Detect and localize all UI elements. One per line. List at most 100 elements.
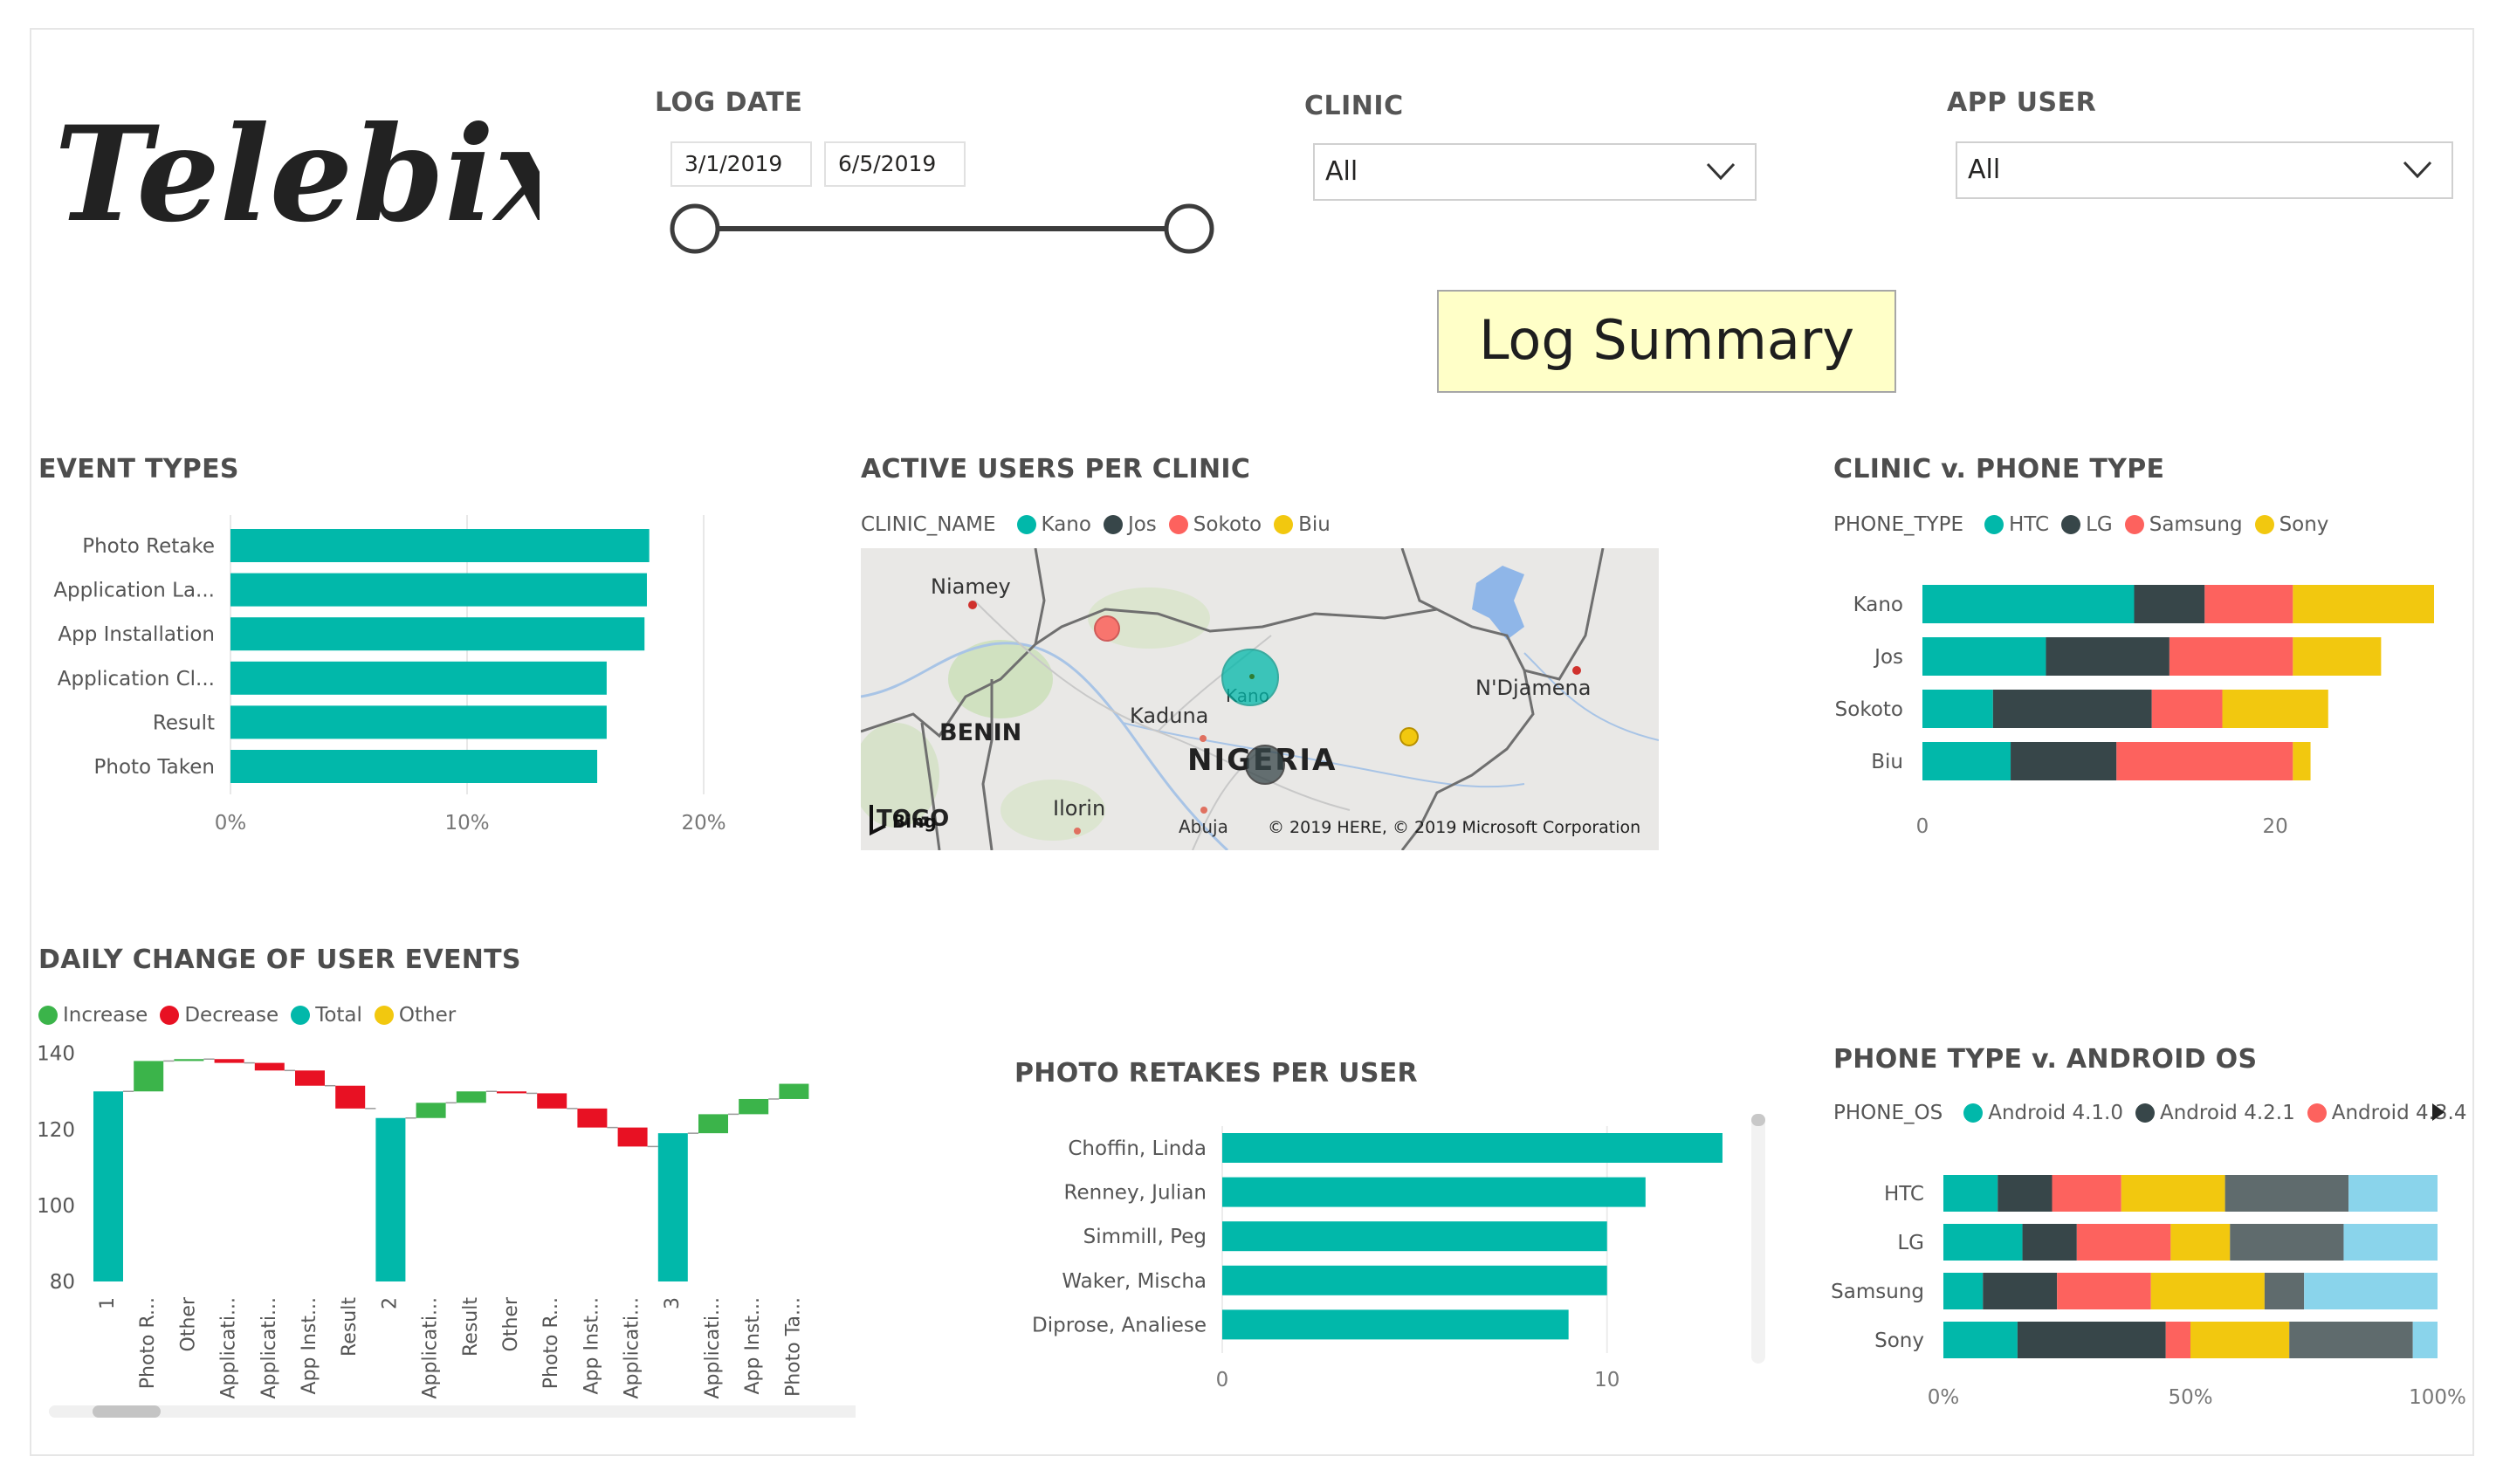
stacked-bar-segment[interactable] — [2116, 742, 2293, 780]
event-type-bar[interactable] — [230, 573, 647, 607]
scrollbar-track[interactable] — [49, 1405, 856, 1418]
legend-item-other[interactable]: Other — [399, 1004, 456, 1027]
stacked-bar-segment[interactable] — [2225, 1175, 2349, 1212]
stacked-bar-segment[interactable] — [2151, 690, 2223, 728]
stacked-bar-segment[interactable] — [2343, 1224, 2438, 1261]
stacked-bar-segment[interactable] — [2293, 585, 2434, 623]
stacked-bar-segment[interactable] — [2412, 1322, 2438, 1358]
waterfall-bar[interactable] — [739, 1098, 769, 1115]
legend-item-android-421[interactable]: Android 4.2.1 — [2160, 1102, 2295, 1124]
event-type-bar[interactable] — [230, 529, 650, 562]
stacked-bar-segment[interactable] — [2204, 585, 2293, 623]
waterfall-bar[interactable] — [174, 1059, 204, 1061]
app-user-dropdown[interactable]: All — [1956, 141, 2453, 199]
waterfall-bar[interactable] — [577, 1108, 608, 1128]
scrollbar-thumb-bar[interactable] — [93, 1405, 161, 1418]
stacked-bar-segment[interactable] — [1922, 585, 2135, 623]
slider-start-handle[interactable] — [670, 203, 720, 254]
phone-os-chart[interactable]: 0% 50% 100% HTC LG Samsung Sony — [1825, 1152, 2471, 1414]
stacked-bar-segment[interactable] — [2057, 1273, 2151, 1309]
legend-item-jos[interactable]: Jos — [1128, 513, 1157, 536]
stacked-bar-segment[interactable] — [2022, 1224, 2077, 1261]
stacked-bar-segment[interactable] — [2017, 1322, 2166, 1358]
photo-retake-bar[interactable] — [1222, 1177, 1646, 1207]
start-date-input[interactable]: 3/1/2019 — [670, 141, 812, 187]
stacked-bar-segment[interactable] — [2289, 1322, 2413, 1358]
stacked-bar-segment[interactable] — [2121, 1175, 2225, 1212]
legend-item-decrease[interactable]: Decrease — [184, 1004, 278, 1027]
stacked-bar-segment[interactable] — [2293, 742, 2311, 780]
event-type-bar[interactable] — [230, 705, 607, 739]
end-date-input[interactable]: 6/5/2019 — [824, 141, 966, 187]
stacked-bar-segment[interactable] — [2046, 637, 2169, 676]
legend-item-android-410[interactable]: Android 4.1.0 — [1988, 1102, 2123, 1124]
daily-change-chart[interactable]: 80 100 120 140 1 Photo R... Other Applicati... A… — [26, 1039, 856, 1423]
waterfall-bar[interactable] — [537, 1093, 567, 1109]
legend-item-increase[interactable]: Increase — [63, 1004, 148, 1027]
stacked-bar-segment[interactable] — [2348, 1175, 2438, 1212]
legend-item-kano[interactable]: Kano — [1042, 513, 1091, 536]
stacked-bar-segment[interactable] — [1943, 1322, 2018, 1358]
waterfall-bar[interactable] — [779, 1083, 809, 1099]
photo-retakes-chart[interactable]: 0 10 Choffin, Linda Renney, Julian Simmill, … — [1013, 1109, 1781, 1405]
waterfall-bar[interactable] — [497, 1091, 526, 1094]
waterfall-bar[interactable] — [617, 1127, 648, 1147]
stacked-bar-segment[interactable] — [1983, 1273, 2058, 1309]
legend-item-htc[interactable]: HTC — [2009, 513, 2049, 536]
photo-retake-bar[interactable] — [1222, 1221, 1607, 1252]
stacked-bar-segment[interactable] — [2169, 637, 2293, 676]
clinic-phone-chart[interactable]: 0 20 Kano Jos Sokoto Biu — [1825, 559, 2471, 855]
stacked-bar-segment[interactable] — [2165, 1322, 2190, 1358]
waterfall-bar[interactable] — [375, 1117, 406, 1281]
photo-retake-bar[interactable] — [1222, 1265, 1607, 1295]
waterfall-bar[interactable] — [214, 1059, 244, 1063]
stacked-bar-segment[interactable] — [1922, 637, 2046, 676]
stacked-bar-segment[interactable] — [1922, 690, 1993, 728]
event-type-bar[interactable] — [230, 661, 607, 695]
photo-retake-bar[interactable] — [1222, 1309, 1569, 1340]
waterfall-bar[interactable] — [416, 1103, 446, 1118]
waterfall-bar[interactable] — [134, 1061, 164, 1092]
bubble-sokoto[interactable] — [1094, 615, 1120, 642]
waterfall-bar[interactable] — [335, 1085, 366, 1109]
legend-item-biu[interactable]: Biu — [1298, 513, 1331, 536]
waterfall-bar[interactable] — [698, 1114, 728, 1134]
stacked-bar-segment[interactable] — [2304, 1273, 2438, 1309]
stacked-bar-segment[interactable] — [2222, 690, 2328, 728]
bubble-jos[interactable] — [1245, 745, 1285, 785]
legend-item-sony[interactable]: Sony — [2280, 513, 2329, 536]
photo-retake-bar[interactable] — [1222, 1133, 1723, 1163]
stacked-bar-segment[interactable] — [2076, 1224, 2171, 1261]
stacked-bar-segment[interactable] — [1998, 1175, 2053, 1212]
clinic-dropdown[interactable]: All — [1313, 143, 1757, 201]
event-type-bar[interactable] — [230, 617, 645, 651]
legend-item-total[interactable]: Total — [315, 1004, 362, 1027]
stacked-bar-segment[interactable] — [1943, 1273, 1984, 1309]
stacked-bar-segment[interactable] — [1943, 1175, 1998, 1212]
stacked-bar-segment[interactable] — [1943, 1224, 2023, 1261]
waterfall-bar[interactable] — [93, 1091, 123, 1281]
stacked-bar-segment[interactable] — [2230, 1224, 2344, 1261]
clinic-map[interactable]: Niamey BENIN Kaduna Kano N'Djamena NIGER… — [861, 548, 1659, 850]
event-types-chart[interactable]: 0% 10% 20% Photo Retake Application La... App… — [35, 506, 803, 847]
map-canvas[interactable]: Niamey BENIN Kaduna Kano N'Djamena NIGER… — [861, 548, 1659, 850]
slider-end-handle[interactable] — [1164, 203, 1214, 254]
stacked-bar-segment[interactable] — [1922, 742, 2011, 780]
waterfall-bar[interactable] — [657, 1133, 688, 1281]
stacked-bar-segment[interactable] — [2134, 585, 2205, 623]
legend-item-sokoto[interactable]: Sokoto — [1193, 513, 1262, 536]
scrollbar-track[interactable] — [1751, 1114, 1765, 1364]
waterfall-bar[interactable] — [456, 1091, 486, 1103]
stacked-bar-segment[interactable] — [2011, 742, 2117, 780]
stacked-bar-segment[interactable] — [2052, 1175, 2121, 1212]
scrollbar-thumb-bar[interactable] — [1751, 1114, 1765, 1126]
stacked-bar-segment[interactable] — [2264, 1273, 2305, 1309]
legend-item-samsung[interactable]: Samsung — [2149, 513, 2243, 536]
date-range-slider[interactable] — [664, 197, 1222, 258]
stacked-bar-segment[interactable] — [2150, 1273, 2265, 1309]
event-type-bar[interactable] — [230, 750, 598, 783]
stacked-bar-segment[interactable] — [2293, 637, 2382, 676]
bubble-biu[interactable] — [1399, 727, 1419, 746]
stacked-bar-segment[interactable] — [2170, 1224, 2231, 1261]
legend-next-arrow-icon[interactable] — [2427, 1100, 2448, 1124]
